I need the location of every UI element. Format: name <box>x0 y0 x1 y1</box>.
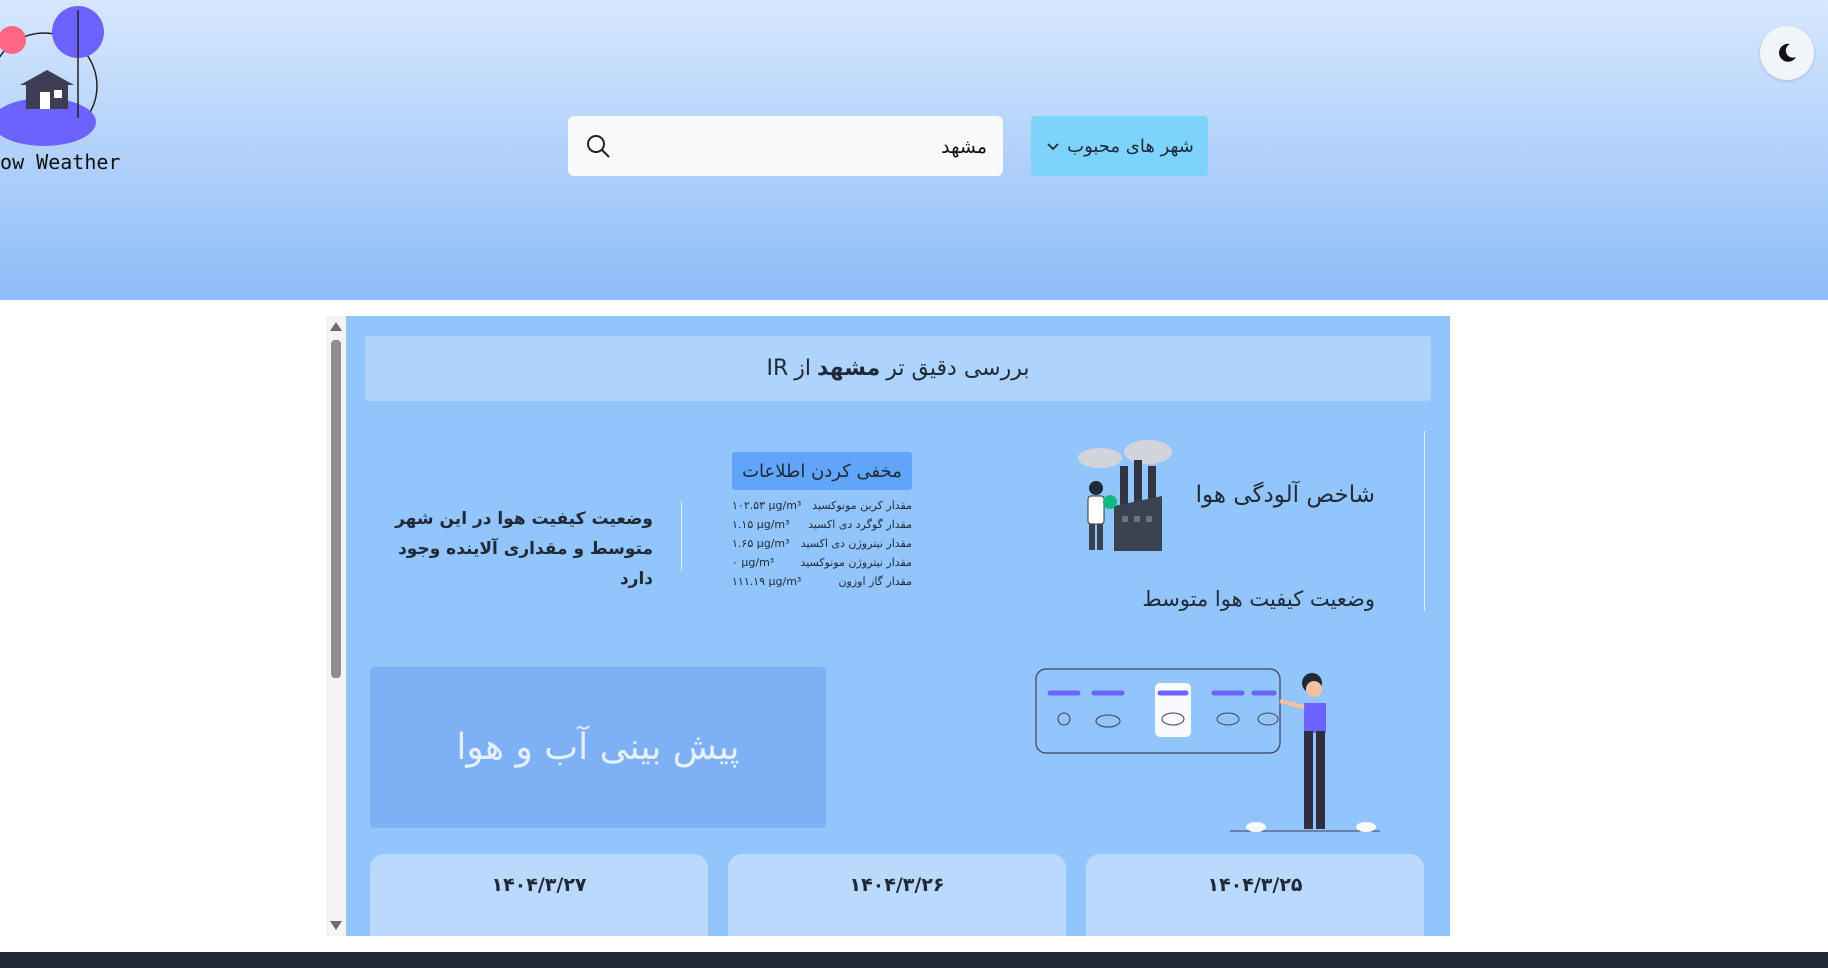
weather-forecast-illustration <box>1035 668 1380 832</box>
hide-info-button[interactable]: مخفی کردن اطلاعات <box>732 452 912 490</box>
pollutant-label: مقدار نیتروژن مونوکسید <box>800 556 912 569</box>
pollutants-list: مقدار کربن مونوکسید ۱۰۲.۵۳ µg/m³ مقدار گ… <box>732 496 912 591</box>
pollutant-value: ۰ µg/m³ <box>732 556 775 569</box>
description-line-1: وضعیت کیفیت هوا در این شهر <box>395 509 653 529</box>
header: now Weather شهر های محبوب <box>0 0 1828 300</box>
scroll-thumb[interactable] <box>331 340 341 678</box>
air-quality-description: وضعیت کیفیت هوا در این شهر متوسط و مقدار… <box>388 504 653 594</box>
scroll-up-arrow[interactable] <box>330 322 342 331</box>
pollutant-value: ۱.۱۵ µg/m³ <box>732 518 790 531</box>
divider <box>681 501 682 571</box>
details-title: بررسی دقیق تر مشهد از IR <box>365 336 1431 401</box>
footer <box>0 952 1828 968</box>
factory-illustration <box>1078 440 1172 551</box>
logo-text: now Weather <box>0 150 121 174</box>
pollutant-row: مقدار نیتروژن دی اکسید ۱.۶۵ µg/m³ <box>732 534 912 553</box>
favorite-cities-label: شهر های محبوب <box>1067 135 1194 157</box>
search-icon[interactable] <box>585 133 611 159</box>
scroll-down-arrow[interactable] <box>330 921 342 930</box>
search-input[interactable] <box>645 116 989 178</box>
day-date: ۱۴۰۴/۳/۲۷ <box>491 874 587 896</box>
pollutant-label: مقدار گوگرد دی اکسید <box>808 518 912 531</box>
pollutant-label: مقدار نیتروژن دی اکسید <box>800 537 912 550</box>
pollutant-value: ۱۰۲.۵۳ µg/m³ <box>732 499 802 512</box>
forecast-card[interactable]: پیش بینی آب و هوا <box>370 667 826 828</box>
moon-icon <box>1779 43 1796 62</box>
title-city: مشهد <box>817 356 881 381</box>
pollutant-row: مقدار گوگرد دی اکسید ۱.۱۵ µg/m³ <box>732 515 912 534</box>
pollutant-row: مقدار گاز اوزون ۱۱۱.۱۹ µg/m³ <box>732 572 912 591</box>
details-panel: بررسی دقیق تر مشهد از IR شاخص آلودگی هوا… <box>346 316 1450 936</box>
pollutant-row: مقدار نیتروژن مونوکسید ۰ µg/m³ <box>732 553 912 572</box>
favorite-cities-dropdown[interactable]: شهر های محبوب <box>1031 116 1208 176</box>
title-prefix: بررسی دقیق تر <box>886 356 1030 381</box>
pollutant-label: مقدار کربن مونوکسید <box>812 499 912 512</box>
description-line-2: متوسط و مقداری آلاینده وجود دارد <box>398 539 653 589</box>
scrollbar[interactable] <box>326 316 346 936</box>
search-box <box>568 116 1003 178</box>
day-date: ۱۴۰۴/۳/۲۶ <box>849 874 945 896</box>
day-card[interactable]: ۱۴۰۴/۳/۲۷ <box>370 854 708 936</box>
pollutant-row: مقدار کربن مونوکسید ۱۰۲.۵۳ µg/m³ <box>732 496 912 515</box>
air-quality-title: شاخص آلودگی هوا <box>1195 482 1375 508</box>
chevron-down-icon <box>1047 143 1059 151</box>
day-card[interactable]: ۱۴۰۴/۳/۲۵ <box>1086 854 1424 936</box>
pollutant-label: مقدار گاز اوزون <box>838 575 912 588</box>
pollutant-value: ۱.۶۵ µg/m³ <box>732 537 790 550</box>
day-date: ۱۴۰۴/۳/۲۵ <box>1207 874 1303 896</box>
title-mid: از <box>794 356 812 381</box>
forecast-title: پیش بینی آب و هوا <box>456 727 740 768</box>
divider <box>1424 431 1425 611</box>
pollutant-value: ۱۱۱.۱۹ µg/m³ <box>732 575 802 588</box>
theme-toggle-button[interactable] <box>1760 26 1814 80</box>
day-card[interactable]: ۱۴۰۴/۳/۲۶ <box>728 854 1066 936</box>
air-quality-status: وضعیت کیفیت هوا متوسط <box>1142 587 1375 611</box>
title-country: IR <box>766 356 789 381</box>
